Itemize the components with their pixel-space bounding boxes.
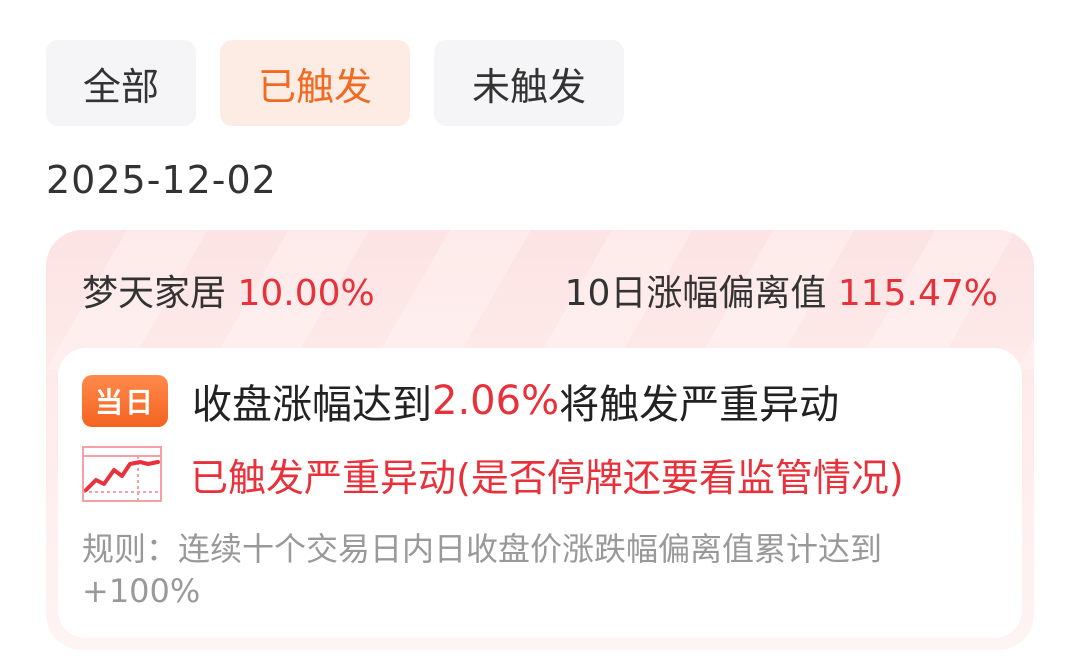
condition-threshold: 2.06% bbox=[432, 378, 560, 424]
deviation-info: 10日涨幅偏离值 115.47% bbox=[565, 264, 998, 316]
trigger-status: 已触发严重异动(是否停牌还要看监管情况) bbox=[82, 446, 904, 502]
trigger-condition: 当日 收盘涨幅达到 2.06% 将触发严重异动 bbox=[82, 372, 839, 430]
date-header: 2025-12-02 bbox=[46, 158, 277, 202]
deviation-label: 10日涨幅偏离值 bbox=[564, 273, 827, 314]
trend-chart-icon bbox=[82, 446, 162, 502]
stock-summary-row: 梦天家居 10.00% 10日涨幅偏离值 115.47% bbox=[82, 264, 998, 316]
condition-prefix: 收盘涨幅达到 bbox=[192, 382, 432, 428]
alert-detail-panel: 当日 收盘涨幅达到 2.06% 将触发严重异动 已触发严重异动(是否停牌还要看监… bbox=[58, 348, 1022, 638]
today-badge: 当日 bbox=[82, 375, 168, 427]
tab-all[interactable]: 全部 bbox=[46, 40, 196, 126]
deviation-value: 115.47% bbox=[837, 273, 998, 314]
condition-suffix: 将触发严重异动 bbox=[559, 382, 840, 428]
alert-card[interactable]: 梦天家居 10.00% 10日涨幅偏离值 115.47% 当日 收盘涨幅达到 2… bbox=[46, 230, 1034, 650]
stock-name: 梦天家居 bbox=[82, 273, 227, 314]
tab-untriggered[interactable]: 未触发 bbox=[434, 40, 624, 126]
rule-text: 规则：连续十个交易日内日收盘价涨跌幅偏离值累计达到+100% bbox=[82, 530, 883, 610]
stock-info: 梦天家居 10.00% bbox=[82, 264, 375, 316]
filter-tabs: 全部 已触发 未触发 bbox=[46, 40, 624, 126]
stock-change: 10.00% bbox=[237, 273, 375, 314]
status-text: 已触发严重异动(是否停牌还要看监管情况) bbox=[190, 455, 904, 500]
tab-triggered[interactable]: 已触发 bbox=[220, 40, 410, 126]
